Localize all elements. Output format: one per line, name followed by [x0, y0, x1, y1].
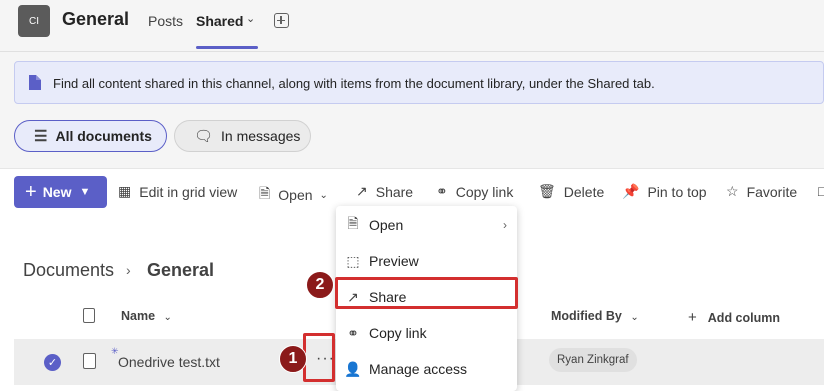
- pin-icon: 📌: [622, 183, 640, 199]
- menu-item-open-label: Open: [369, 217, 404, 233]
- pin-to-top-button[interactable]: 📌 Pin to top: [622, 183, 707, 200]
- channel-header: CI General Posts Shared ⌄: [0, 0, 824, 52]
- chat-icon: 🗨: [194, 128, 214, 145]
- page: CI General Posts Shared ⌄ Find all conte…: [0, 0, 824, 391]
- edit-grid-button[interactable]: ▦ Edit in grid view: [118, 183, 237, 200]
- copy-link-button[interactable]: ⚭ Copy link: [436, 183, 513, 200]
- team-avatar[interactable]: CI: [18, 5, 50, 37]
- pin-to-top-label: Pin to top: [647, 183, 707, 200]
- filter-in-messages[interactable]: 🗨 In messages: [174, 120, 311, 152]
- overflow-icon: □: [818, 183, 824, 199]
- menu-item-copy-link-label: Copy link: [369, 325, 427, 341]
- chevron-down-icon: ▼: [79, 186, 91, 198]
- more-commands-icon[interactable]: □: [818, 183, 824, 199]
- menu-item-open[interactable]: 🗎 Open ›: [336, 207, 517, 243]
- link-icon: ⚭: [347, 324, 359, 341]
- open-button[interactable]: 🗎 Open ⌄: [259, 183, 328, 207]
- info-banner: Find all content shared in this channel,…: [14, 61, 824, 104]
- grid-icon: ▦: [118, 183, 132, 199]
- step-badge-2: 2: [306, 271, 334, 299]
- delete-label: Delete: [563, 183, 605, 200]
- highlight-share: [335, 277, 518, 309]
- edit-grid-label: Edit in grid view: [139, 183, 238, 200]
- trash-icon: 🗑: [538, 183, 556, 199]
- plus-icon: +: [25, 181, 37, 203]
- copy-link-label: Copy link: [455, 183, 514, 200]
- document-icon: [29, 75, 41, 90]
- favorite-button[interactable]: ☆ Favorite: [726, 183, 797, 200]
- column-name-label: Name: [121, 309, 156, 323]
- add-column-label: Add column: [707, 311, 780, 325]
- share-button[interactable]: ↗ Share: [356, 183, 413, 200]
- chevron-down-icon: ⌄: [630, 312, 639, 323]
- menu-item-preview[interactable]: ⬚ Preview: [336, 243, 517, 279]
- favorite-label: Favorite: [746, 183, 798, 200]
- open-label: Open: [278, 187, 313, 203]
- filter-all-documents-label: All documents: [55, 128, 152, 144]
- link-icon: ⚭: [436, 183, 448, 199]
- active-tab-indicator: [196, 46, 258, 49]
- modified-by-chip[interactable]: Ryan Zinkgraf: [549, 348, 637, 372]
- channel-title: General: [62, 9, 130, 29]
- highlight-more-actions: [303, 333, 335, 382]
- column-header-name[interactable]: Name ⌄: [121, 309, 172, 323]
- column-modified-by-label: Modified By: [551, 309, 622, 323]
- chevron-down-icon[interactable]: ⌄: [246, 12, 255, 25]
- open-icon: 🗎: [259, 185, 271, 201]
- open-icon: 🗎: [347, 215, 359, 231]
- chevron-down-icon: ⌄: [163, 312, 172, 323]
- breadcrumb-root[interactable]: Documents: [23, 260, 114, 281]
- banner-text: Find all content shared in this channel,…: [53, 76, 655, 91]
- chevron-right-icon: ›: [503, 218, 507, 232]
- text-file-icon: [83, 353, 96, 369]
- plus-icon: +: [688, 309, 697, 326]
- column-header-modified-by[interactable]: Modified By ⌄: [551, 309, 639, 323]
- filter-in-messages-label: In messages: [221, 128, 301, 144]
- menu-item-copy-link[interactable]: ⚭ Copy link: [336, 315, 517, 351]
- menu-item-preview-label: Preview: [369, 253, 419, 269]
- new-button[interactable]: + New ▼: [14, 176, 107, 208]
- breadcrumb-current: General: [147, 260, 215, 280]
- menu-item-manage-access[interactable]: 👤 Manage access: [336, 351, 517, 387]
- row-checkbox-icon[interactable]: ✓: [44, 354, 61, 371]
- person-icon: 👤: [344, 360, 362, 377]
- add-tab-icon[interactable]: [274, 13, 289, 28]
- chevron-right-icon: ›: [126, 262, 131, 278]
- chevron-down-icon: ⌄: [319, 189, 328, 201]
- menu-item-manage-access-label: Manage access: [369, 361, 468, 377]
- tab-posts[interactable]: Posts: [148, 13, 183, 29]
- delete-button[interactable]: 🗑 Delete: [538, 183, 604, 200]
- preview-icon: ⬚: [346, 252, 360, 269]
- add-column-button[interactable]: + Add column: [688, 309, 780, 326]
- file-type-icon[interactable]: [83, 308, 95, 323]
- file-name-link[interactable]: Onedrive test.txt: [118, 354, 220, 370]
- filter-all-documents[interactable]: ☰ All documents: [14, 120, 167, 152]
- star-icon: ☆: [726, 183, 739, 199]
- tab-shared[interactable]: Shared: [196, 13, 243, 29]
- step-badge-1: 1: [279, 345, 307, 373]
- list-icon: ☰: [34, 128, 48, 145]
- new-button-label: New: [42, 184, 72, 200]
- share-icon: ↗: [356, 183, 368, 199]
- share-label: Share: [375, 183, 414, 200]
